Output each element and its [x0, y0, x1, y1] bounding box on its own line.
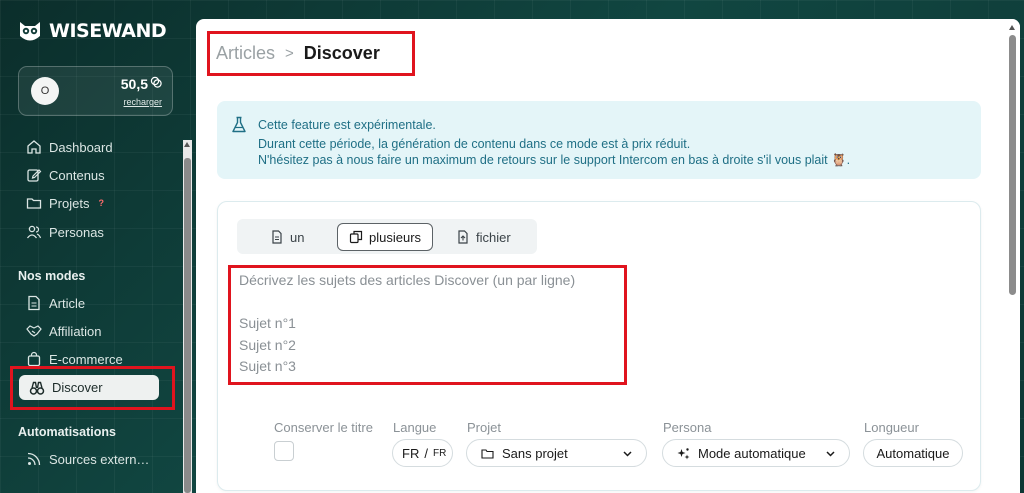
tab-label: plusieurs [369, 229, 422, 245]
avatar[interactable]: O [31, 77, 59, 105]
file-upload-icon [458, 230, 468, 244]
mode-tabs: un plusieurs fichier [237, 219, 537, 254]
scrollbar-thumb[interactable] [1009, 35, 1016, 295]
topics-textarea[interactable]: Décrivez les sujets des articles Discove… [239, 270, 619, 380]
sidebar-item-label: E-commerce [49, 351, 123, 367]
sidebar-item-contenus[interactable]: Contenus [26, 165, 105, 185]
persona-label: Persona [663, 420, 712, 435]
length-selector[interactable]: Automatique [863, 439, 963, 467]
users-icon [26, 225, 42, 239]
sidebar-item-article[interactable]: Article [26, 293, 85, 313]
scroll-up-arrow-icon[interactable] [184, 142, 190, 147]
brand-logo[interactable]: WISEWAND [17, 18, 167, 44]
info-badge: ? [98, 198, 104, 208]
sidebar-item-ecommerce[interactable]: E-commerce [26, 349, 123, 369]
sidebar-item-affiliation[interactable]: Affiliation [26, 321, 102, 341]
copy-icon [349, 230, 363, 244]
project-dropdown[interactable]: Sans projet [466, 439, 647, 467]
sidebar-item-personas[interactable]: Personas [26, 222, 104, 242]
sidebar-item-label: Projets [49, 195, 90, 211]
coin-icon [150, 76, 162, 88]
tab-label: un [290, 229, 305, 245]
handshake-icon [26, 325, 42, 337]
sidebar-item-label: Contenus [49, 167, 105, 183]
credit-balance: 50,5 [120, 76, 148, 92]
project-label: Projet [467, 420, 501, 435]
chevron-down-icon [623, 450, 632, 457]
home-icon [27, 140, 41, 154]
tab-plusieurs[interactable]: plusieurs [337, 223, 434, 251]
tab-un[interactable]: un [270, 223, 304, 251]
sidebar-item-dashboard[interactable]: Dashboard [26, 137, 113, 157]
page-title: Discover [303, 43, 380, 63]
section-title-automations: Automatisations [18, 425, 116, 439]
breadcrumb: Articles > Discover [216, 43, 380, 64]
sidebar-item-sources-externes[interactable]: Sources extern… [26, 449, 149, 469]
folder-icon [481, 448, 494, 459]
project-value: Sans projet [502, 445, 568, 461]
edit-icon [27, 169, 42, 182]
tab-fichier[interactable]: fichier [456, 223, 511, 251]
credit-card: O 50,5 recharger [18, 66, 173, 116]
sidebar-item-label: Article [49, 295, 86, 311]
persona-value: Mode automatique [698, 445, 806, 461]
tab-label: fichier [476, 229, 511, 245]
recharge-link[interactable]: recharger [123, 97, 162, 107]
binoculars-icon [29, 381, 45, 395]
experimental-notice: Cette feature est expérimentale. Durant … [217, 101, 981, 179]
sidebar-item-label: Dashboard [49, 139, 113, 155]
rss-icon [27, 452, 41, 466]
length-label: Longueur [864, 420, 919, 435]
sidebar-item-label: Sources extern… [49, 451, 150, 467]
length-value: Automatique [876, 445, 950, 461]
notice-text-2: N'hésitez pas à nous faire un maximum de… [258, 153, 851, 167]
scroll-up-arrow-icon[interactable] [1009, 25, 1015, 30]
language-separator: / [424, 445, 428, 461]
sidebar-item-projets[interactable]: Projets ? [26, 193, 104, 213]
language-label: Langue [393, 420, 437, 435]
generator-card: un plusieurs fichier Décrivez les sujets… [217, 201, 981, 491]
main-panel: Articles > Discover Cette feature est ex… [196, 19, 1020, 493]
flask-icon [232, 116, 246, 133]
language-selector[interactable]: FR / FR [392, 439, 453, 467]
owl-logo-icon [20, 22, 40, 41]
keep-title-checkbox[interactable] [274, 441, 294, 461]
file-icon [272, 230, 282, 244]
sidebar-item-discover[interactable]: Discover [19, 375, 159, 400]
brand-name: WISEWAND [49, 20, 167, 42]
main-scrollbar[interactable] [1005, 19, 1020, 493]
breadcrumb-parent[interactable]: Articles [216, 43, 275, 64]
folder-icon [26, 198, 42, 209]
section-title-modes: Nos modes [18, 269, 86, 283]
notice-text-1: Durant cette période, la génération de c… [258, 137, 691, 151]
document-icon [28, 295, 40, 311]
persona-dropdown[interactable]: Mode automatique [662, 439, 850, 467]
notice-title: Cette feature est expérimentale. [258, 118, 436, 132]
sidebar-item-label: Affiliation [49, 323, 102, 339]
breadcrumb-separator: > [285, 45, 294, 62]
keep-title-label: Conserver le titre [274, 420, 373, 435]
language-secondary: FR [432, 447, 447, 459]
scrollbar-thumb[interactable] [184, 158, 191, 493]
sidebar-item-label: Personas [49, 224, 104, 240]
sidebar-item-label: Discover [52, 380, 103, 395]
sidebar: WISEWAND O 50,5 recharger Dashboard Cont… [0, 0, 195, 493]
sparkles-icon [677, 447, 690, 459]
chevron-down-icon [826, 450, 835, 457]
language-value: FR [402, 445, 420, 461]
shopping-bag-icon [27, 351, 41, 367]
sidebar-scrollbar[interactable] [183, 140, 192, 493]
